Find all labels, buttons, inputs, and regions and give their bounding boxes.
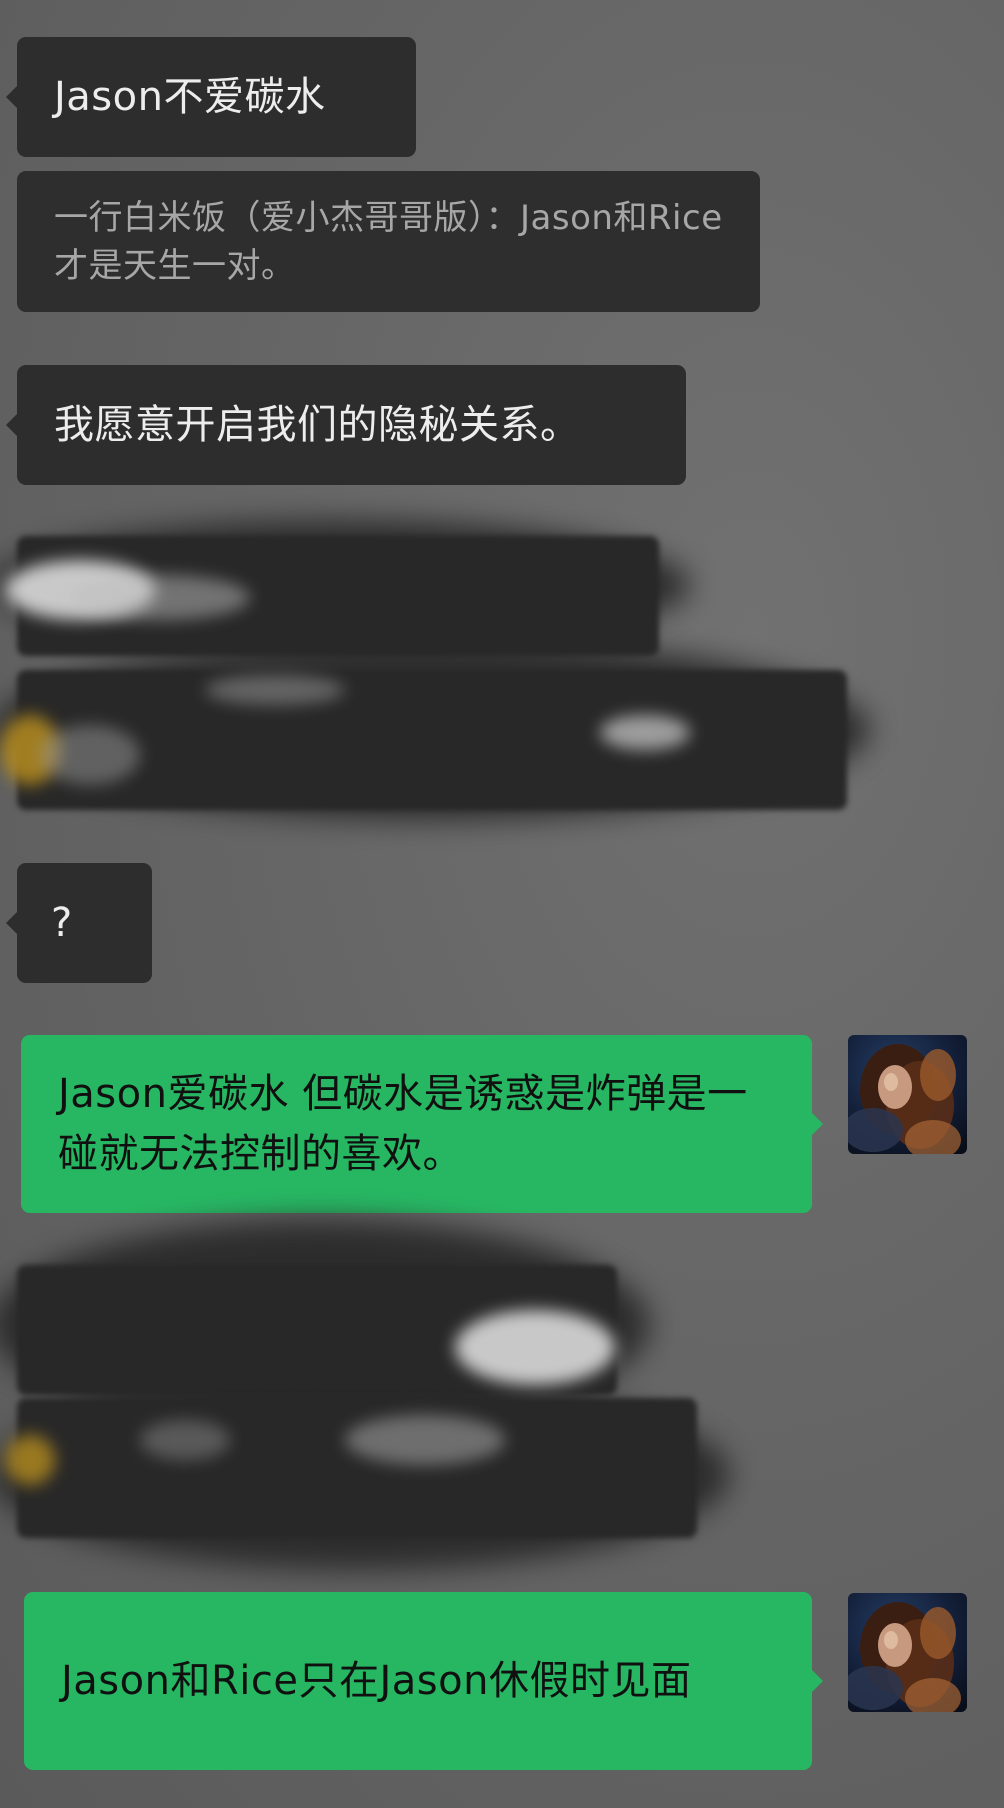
message-text: Jason爱碳水 但碳水是诱惑是炸弹是一碰就无法控制的喜欢。 (58, 1071, 748, 1177)
message-text: Jason和Rice只在Jason休假时见面 (61, 1658, 692, 1704)
quoted-text: 一行白米饭（爱小杰哥哥版）：Jason和Rice才是天生一对。 (54, 197, 723, 286)
message-text: 我愿意开启我们的隐秘关系。 (54, 402, 581, 448)
incoming-message[interactable]: ? (6, 863, 152, 983)
message-text: Jason不爱碳水 (54, 74, 326, 120)
avatar[interactable] (848, 1593, 967, 1712)
message-text: ? (51, 900, 73, 946)
outgoing-message[interactable]: Jason爱碳水 但碳水是诱惑是炸弹是一碰就无法控制的喜欢。 (21, 1035, 823, 1213)
incoming-message[interactable]: Jason不爱碳水 (6, 37, 416, 157)
avatar-image (848, 1044, 961, 1154)
outgoing-message[interactable]: Jason和Rice只在Jason休假时见面 (24, 1592, 823, 1770)
incoming-message[interactable]: 我愿意开启我们的隐秘关系。 (6, 365, 686, 485)
quoted-message[interactable]: 一行白米饭（爱小杰哥哥版）：Jason和Rice才是天生一对。 (17, 171, 760, 312)
avatar-image (848, 1602, 961, 1712)
avatar[interactable] (848, 1035, 967, 1154)
